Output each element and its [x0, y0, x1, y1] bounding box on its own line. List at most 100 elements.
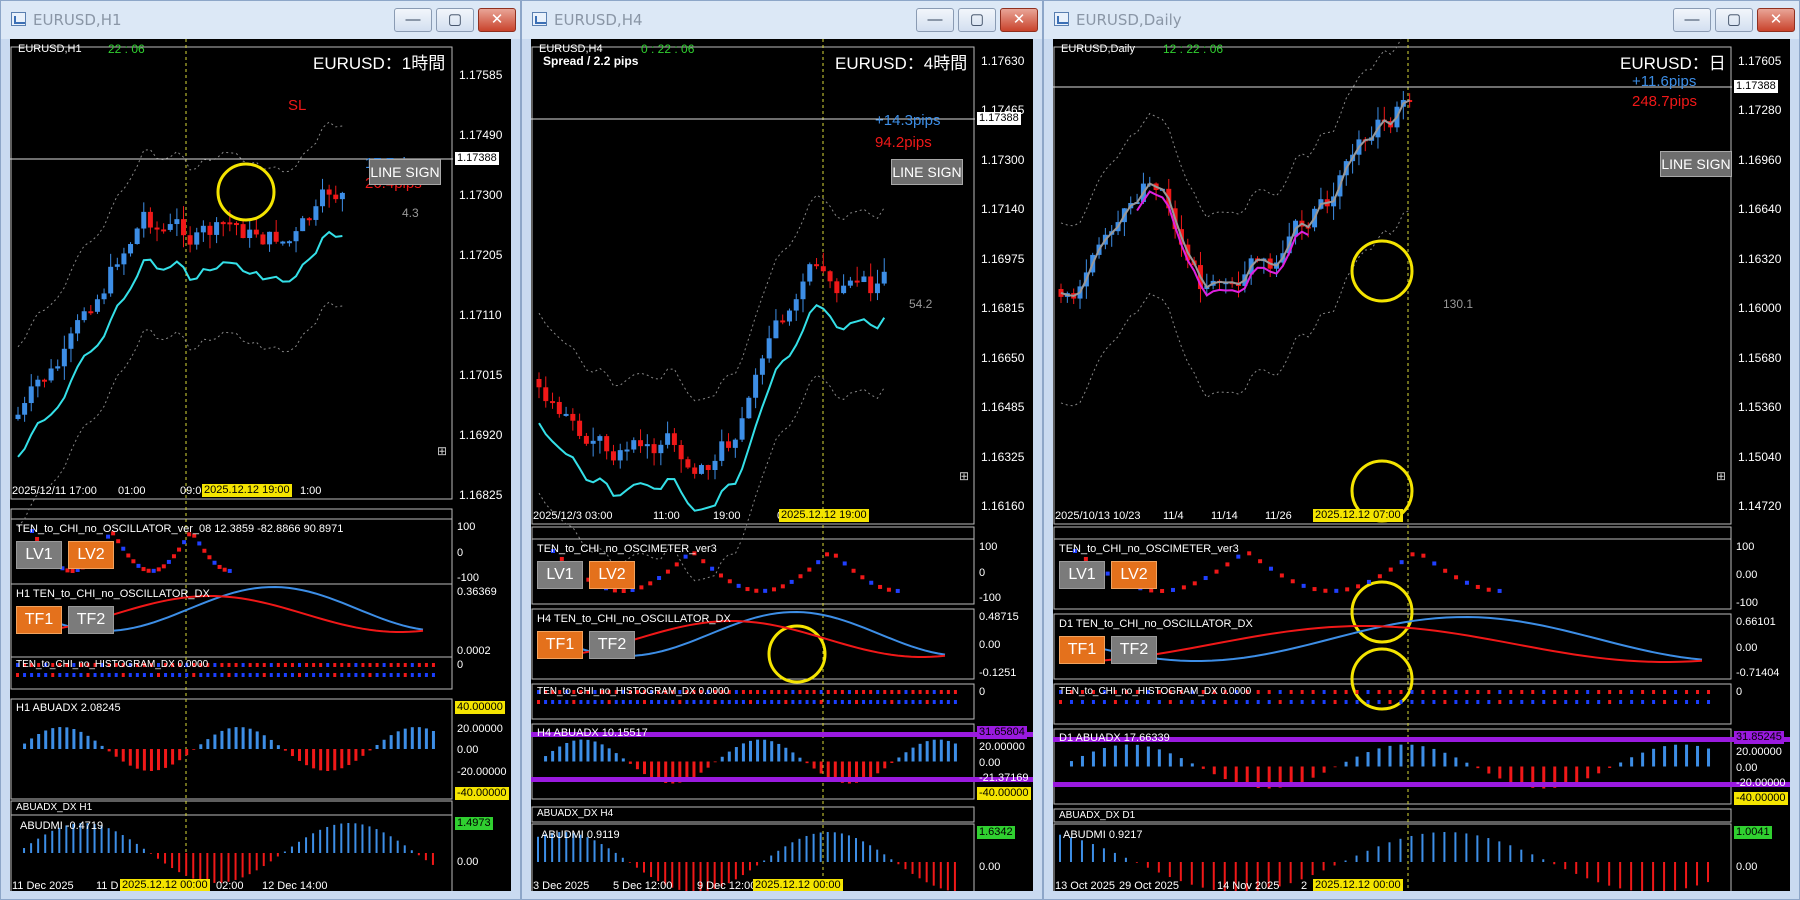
scale-label: 100: [979, 541, 998, 553]
candle: [154, 227, 160, 230]
line-sign-button[interactable]: LINE SIGN: [891, 159, 963, 185]
scale-label: 0.00: [1736, 569, 1758, 581]
oscillator-title: TEN_to_CHI_no_OSCILLATOR_ver_08 12.3859 …: [16, 523, 344, 535]
minimize-button[interactable]: —: [1673, 8, 1711, 32]
level-button-2[interactable]: LV2: [1111, 561, 1157, 589]
candle: [698, 465, 704, 474]
level-button-2[interactable]: LV2: [68, 541, 114, 569]
minimize-button[interactable]: —: [394, 8, 432, 32]
title-bar[interactable]: EURUSD,H4 — ▢ ✕: [522, 1, 1042, 39]
candle: [55, 366, 61, 369]
level-button-1[interactable]: LV1: [1059, 561, 1105, 589]
title-bar[interactable]: EURUSD,H1 — ▢ ✕: [1, 1, 520, 39]
candle: [267, 231, 273, 245]
bar-timer: 22 : 06: [108, 42, 145, 56]
adx-value: 54.2: [909, 297, 933, 311]
chart-shift-icon[interactable]: ⊞: [437, 444, 447, 458]
price-label: 1.16975: [981, 251, 1025, 266]
candle: [121, 253, 127, 265]
bar-timer: 0 : 22 : 06: [641, 42, 695, 56]
highlight-circle: [767, 624, 827, 684]
scale-label: 1.0041: [1734, 826, 1772, 839]
timeframe-button-2[interactable]: TF2: [1111, 636, 1157, 664]
time-label: 2025/12/3 03:00: [533, 510, 613, 522]
scale-label: 0.00: [979, 860, 1001, 873]
oscillator-title: TEN_to_CHI_no_OSCIMETER_ver3: [537, 543, 717, 555]
bottom-time-label: 5 Dec 12:00: [613, 880, 673, 891]
time-label: 11/26: [1265, 510, 1292, 522]
price-label: 1.17015: [459, 368, 503, 382]
bottom-time-label: 11 D: [96, 880, 119, 891]
scale-label: 0.00: [979, 639, 1001, 651]
chart-app-icon: [532, 12, 547, 26]
scale-label: -40.00000: [1734, 792, 1788, 805]
bottom-time-label: 9 Dec 12:00: [697, 880, 757, 891]
scale-label: 0: [979, 566, 986, 579]
title-bar[interactable]: EURUSD,Daily — ▢ ✕: [1044, 1, 1799, 39]
current-price-tag: 1.17388: [977, 112, 1021, 125]
timeframe-button-1[interactable]: TF1: [1059, 636, 1105, 664]
candle: [94, 299, 100, 312]
dx-title: D1 TEN_to_CHI_no_OSCILLATOR_DX: [1059, 618, 1253, 630]
close-button[interactable]: ✕: [1757, 8, 1795, 32]
candle: [692, 467, 698, 474]
window-title: EURUSD,Daily: [1076, 11, 1182, 29]
chart-heading: EURUSD：日: [1620, 54, 1726, 73]
candle: [247, 229, 253, 239]
candle: [300, 218, 306, 232]
candle: [293, 231, 299, 242]
timeframe-button-1[interactable]: TF1: [537, 631, 583, 659]
abuadx-dx-title: ABUADX_DX H1: [16, 802, 93, 813]
level-button-1[interactable]: LV1: [16, 541, 62, 569]
scale-label: 0.36369: [457, 586, 497, 598]
bottom-time-label: 14 Nov 2025: [1217, 880, 1280, 891]
chart-area[interactable]: EURUSD,H122 : 06EURUSD：1時間17.7pips26.4pi…: [10, 39, 511, 891]
line-sign-button[interactable]: LINE SIGN: [1660, 151, 1732, 177]
maximize-button[interactable]: ▢: [1715, 8, 1753, 32]
bottom-time-highlight: 2025.12.12 00:00: [753, 879, 843, 891]
scale-label: -0.71404: [1736, 667, 1780, 679]
candle: [583, 435, 589, 444]
bottom-time-label: 2: [1301, 880, 1308, 891]
candle: [200, 225, 206, 233]
scale-label: 20.00000: [1736, 746, 1782, 759]
chart-window-2[interactable]: EURUSD,H4 — ▢ ✕ EURUSD,H4 0 : 22 : 06 Spread /…: [521, 0, 1043, 900]
timeframe-button-2[interactable]: TF2: [68, 606, 114, 634]
candle: [671, 433, 677, 446]
candle: [685, 459, 691, 468]
level-button-1[interactable]: LV1: [537, 561, 583, 589]
close-button[interactable]: ✕: [1000, 8, 1038, 32]
timeframe-button-1[interactable]: TF1: [16, 606, 62, 634]
candle: [753, 374, 759, 398]
candle: [719, 441, 725, 461]
chart-window-3[interactable]: EURUSD,Daily — ▢ ✕ EURUSD,Daily 12 : 22 : 06 E…: [1043, 0, 1800, 900]
chart-shift-icon[interactable]: ⊞: [959, 469, 969, 483]
scale-label: 0.00: [1736, 761, 1758, 774]
chart-shift-icon[interactable]: ⊞: [1716, 469, 1726, 483]
dx-title: H1 TEN_to_CHI_no_OSCILLATOR_DX: [16, 588, 210, 600]
close-button[interactable]: ✕: [478, 8, 516, 32]
chart-area[interactable]: EURUSD,H4 0 : 22 : 06 Spread / 2.2 pips EUR…: [531, 39, 1033, 891]
candle: [847, 280, 853, 286]
line-sign-button[interactable]: LINE SIGN: [369, 159, 441, 185]
minimize-button[interactable]: —: [916, 8, 954, 32]
scale-label: 31.65804: [977, 726, 1027, 739]
candle: [624, 449, 630, 452]
abuadx-title: D1 ABUADX 17.66339: [1059, 732, 1170, 744]
candle: [665, 433, 671, 445]
candle: [827, 271, 833, 282]
scale-label: 0.00: [457, 856, 479, 868]
timeframe-button-2[interactable]: TF2: [589, 631, 635, 659]
scale-label: 1.6342: [977, 826, 1015, 839]
time-label: 01:00: [118, 485, 146, 497]
price-label: 1.14720: [1738, 499, 1782, 513]
candle: [644, 444, 650, 447]
candle: [214, 222, 220, 235]
level-button-2[interactable]: LV2: [589, 561, 635, 589]
chart-area[interactable]: EURUSD,Daily 12 : 22 : 06 EURUSD：日 +11.6pip…: [1053, 39, 1790, 891]
candle: [543, 387, 549, 402]
chart-window-1[interactable]: EURUSD,H1—▢✕EURUSD,H122 : 06EURUSD：1時間17…: [0, 0, 521, 900]
candle: [556, 401, 562, 415]
maximize-button[interactable]: ▢: [436, 8, 474, 32]
maximize-button[interactable]: ▢: [958, 8, 996, 32]
